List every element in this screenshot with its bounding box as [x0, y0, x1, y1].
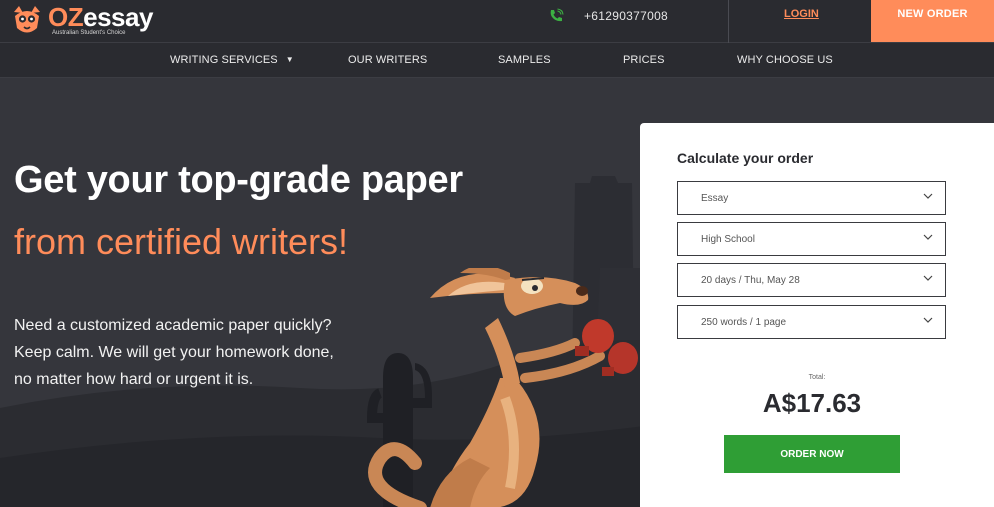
nav-item-our-writers[interactable]: OUR WRITERS [348, 54, 427, 66]
deadline-select[interactable]: 20 days / Thu, May 28 [677, 263, 946, 297]
total-label: Total: [808, 374, 826, 381]
logo-mascot-icon [14, 6, 40, 33]
logo-tagline: Australian Student's Choice [52, 30, 126, 36]
chevron-down-icon [923, 317, 933, 323]
header-divider [728, 0, 729, 43]
calculator-title: Calculate your order [677, 150, 814, 166]
order-calculator: Calculate your order Essay High School 2… [640, 123, 994, 507]
chevron-down-icon: ▼ [285, 55, 294, 64]
pages-value: 250 words / 1 page [701, 317, 787, 328]
nav-item-prices[interactable]: PRICES [623, 54, 665, 66]
hero-description-line: Keep calm. We will get your homework don… [14, 344, 334, 361]
nav-item-samples[interactable]: SAMPLES [498, 54, 551, 66]
total-price: A$17.63 [762, 388, 862, 418]
phone-number[interactable]: +61290377008 [584, 9, 668, 23]
hero-title: Get your top-grade paper [14, 159, 463, 201]
order-now-button[interactable]: ORDER NOW [724, 435, 900, 473]
academic-level-select[interactable]: High School [677, 222, 946, 256]
nav-item-writing-services[interactable]: WRITING SERVICES ▼ [170, 54, 294, 66]
main-nav: WRITING SERVICES ▼ OUR WRITERS SAMPLES PR… [0, 43, 994, 78]
new-order-button[interactable]: NEW ORDER [871, 0, 994, 42]
kangaroo-mascot-illustration [368, 268, 638, 507]
chevron-down-icon [923, 193, 933, 199]
phone-icon [550, 8, 564, 22]
hero-section: Get your top-grade paper from certified … [0, 78, 994, 507]
hero-description-line: Need a customized academic paper quickly… [14, 317, 332, 334]
deadline-value: 20 days / Thu, May 28 [701, 275, 800, 286]
logo-wordmark: OZessay [48, 2, 153, 32]
login-link[interactable]: LOGIN [784, 8, 819, 20]
paper-type-select[interactable]: Essay [677, 181, 946, 215]
chevron-down-icon [923, 234, 933, 240]
pages-select[interactable]: 250 words / 1 page [677, 305, 946, 339]
nav-item-label: WRITING SERVICES [170, 54, 278, 66]
nav-item-why-choose-us[interactable]: WHY CHOOSE US [737, 54, 833, 66]
hero-description-line: no matter how hard or urgent it is. [14, 371, 254, 388]
phone-contact[interactable]: +61290377008 [548, 6, 668, 26]
hero-description: Need a customized academic paper quickly… [14, 312, 374, 393]
chevron-down-icon [923, 275, 933, 281]
logo[interactable]: OZessay Australian Student's Choice [10, 2, 158, 40]
hero-subtitle: from certified writers! [14, 221, 349, 262]
academic-level-value: High School [701, 234, 755, 245]
top-bar: OZessay Australian Student's Choice +612… [0, 0, 994, 43]
paper-type-value: Essay [701, 193, 729, 204]
